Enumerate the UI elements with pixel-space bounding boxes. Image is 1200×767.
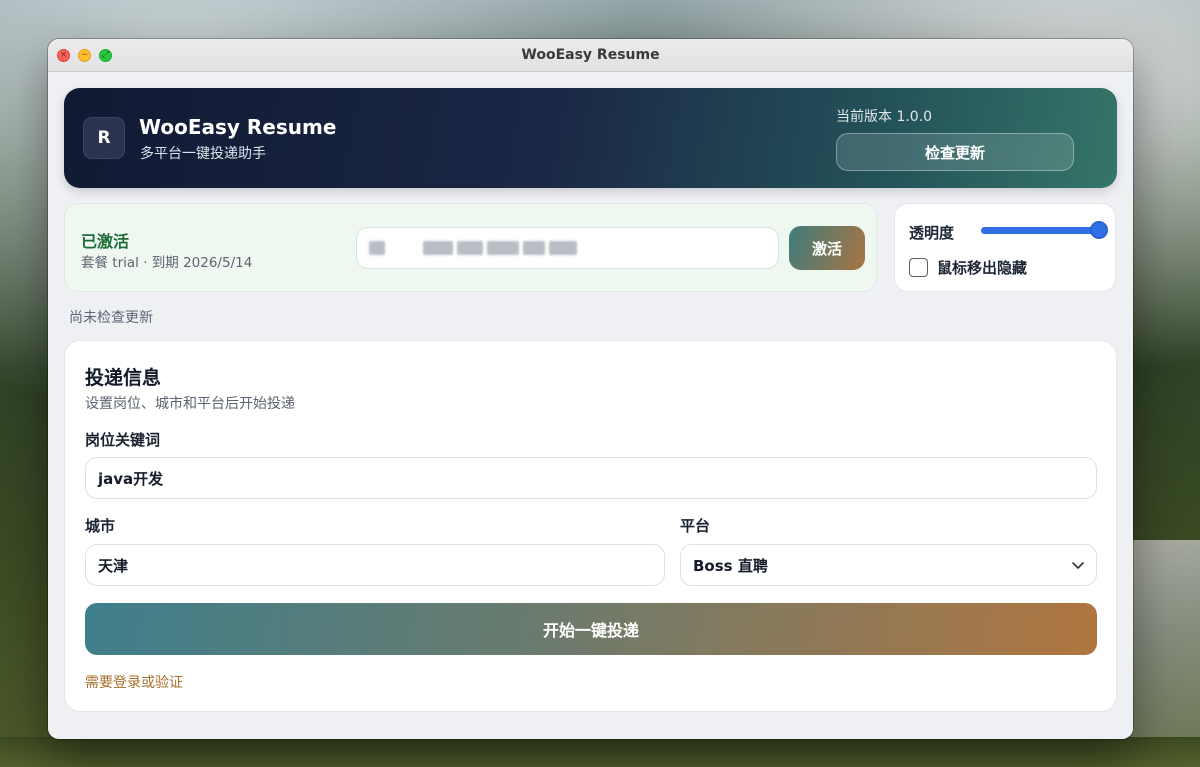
check-update-button[interactable]: 检查更新: [836, 133, 1074, 171]
version-text: 当前版本 1.0.0: [836, 109, 933, 125]
app-subtitle: 多平台一键投递助手: [140, 146, 266, 162]
redacted-text: [457, 241, 483, 255]
hide-on-mouse-out-checkbox[interactable]: [909, 258, 928, 277]
chevron-down-icon: [1072, 562, 1084, 569]
redacted-text: [369, 241, 385, 255]
form-title: 投递信息: [85, 367, 162, 389]
platform-label: 平台: [680, 517, 711, 535]
keyword-input[interactable]: java开发: [85, 457, 1097, 499]
window-title: WooEasy Resume: [521, 47, 660, 63]
activation-status: 已激活: [81, 232, 130, 251]
update-status-text: 尚未检查更新: [69, 310, 153, 326]
desktop-wallpaper-foreground: [0, 737, 1200, 767]
city-input[interactable]: 天津: [85, 544, 665, 586]
login-required-note: 需要登录或验证: [85, 675, 183, 691]
license-panel: 已激活 套餐 trial · 到期 2026/5/14 激活: [64, 203, 877, 292]
form-subtitle: 设置岗位、城市和平台后开始投递: [85, 396, 295, 412]
title-bar[interactable]: × − ⤢ WooEasy Resume: [48, 39, 1133, 72]
redacted-text: [549, 241, 577, 255]
delivery-form: 投递信息 设置岗位、城市和平台后开始投递 岗位关键词 java开发 城市 天津 …: [64, 340, 1117, 712]
redacted-text: [423, 241, 453, 255]
activate-button[interactable]: 激活: [789, 226, 865, 270]
app-logo: R: [83, 117, 125, 159]
app-header: R WooEasy Resume 多平台一键投递助手 当前版本 1.0.0 检查…: [64, 88, 1117, 188]
start-delivery-button[interactable]: 开始一键投递: [85, 603, 1097, 655]
plan-info: 套餐 trial · 到期 2026/5/14: [81, 255, 253, 271]
platform-selected-value: Boss 直聘: [693, 556, 768, 575]
platform-select[interactable]: Boss 直聘: [680, 544, 1097, 586]
opacity-slider[interactable]: [981, 221, 1108, 239]
license-key-input[interactable]: [356, 227, 779, 269]
opacity-label: 透明度: [909, 224, 955, 242]
keyword-label: 岗位关键词: [85, 431, 161, 449]
main-content: R WooEasy Resume 多平台一键投递助手 当前版本 1.0.0 检查…: [48, 73, 1133, 739]
opacity-slider-fill: [981, 227, 1099, 234]
opacity-slider-thumb[interactable]: [1090, 221, 1108, 239]
redacted-text: [487, 241, 519, 255]
app-name: WooEasy Resume: [139, 115, 337, 139]
app-window: × − ⤢ WooEasy Resume R WooEasy Resume 多平…: [48, 39, 1133, 739]
city-label: 城市: [85, 517, 116, 535]
opacity-panel: 透明度 鼠标移出隐藏: [894, 203, 1116, 292]
hide-on-mouse-out-label[interactable]: 鼠标移出隐藏: [937, 257, 1027, 278]
redacted-text: [523, 241, 545, 255]
desktop-wallpaper-detail: [1130, 540, 1200, 767]
